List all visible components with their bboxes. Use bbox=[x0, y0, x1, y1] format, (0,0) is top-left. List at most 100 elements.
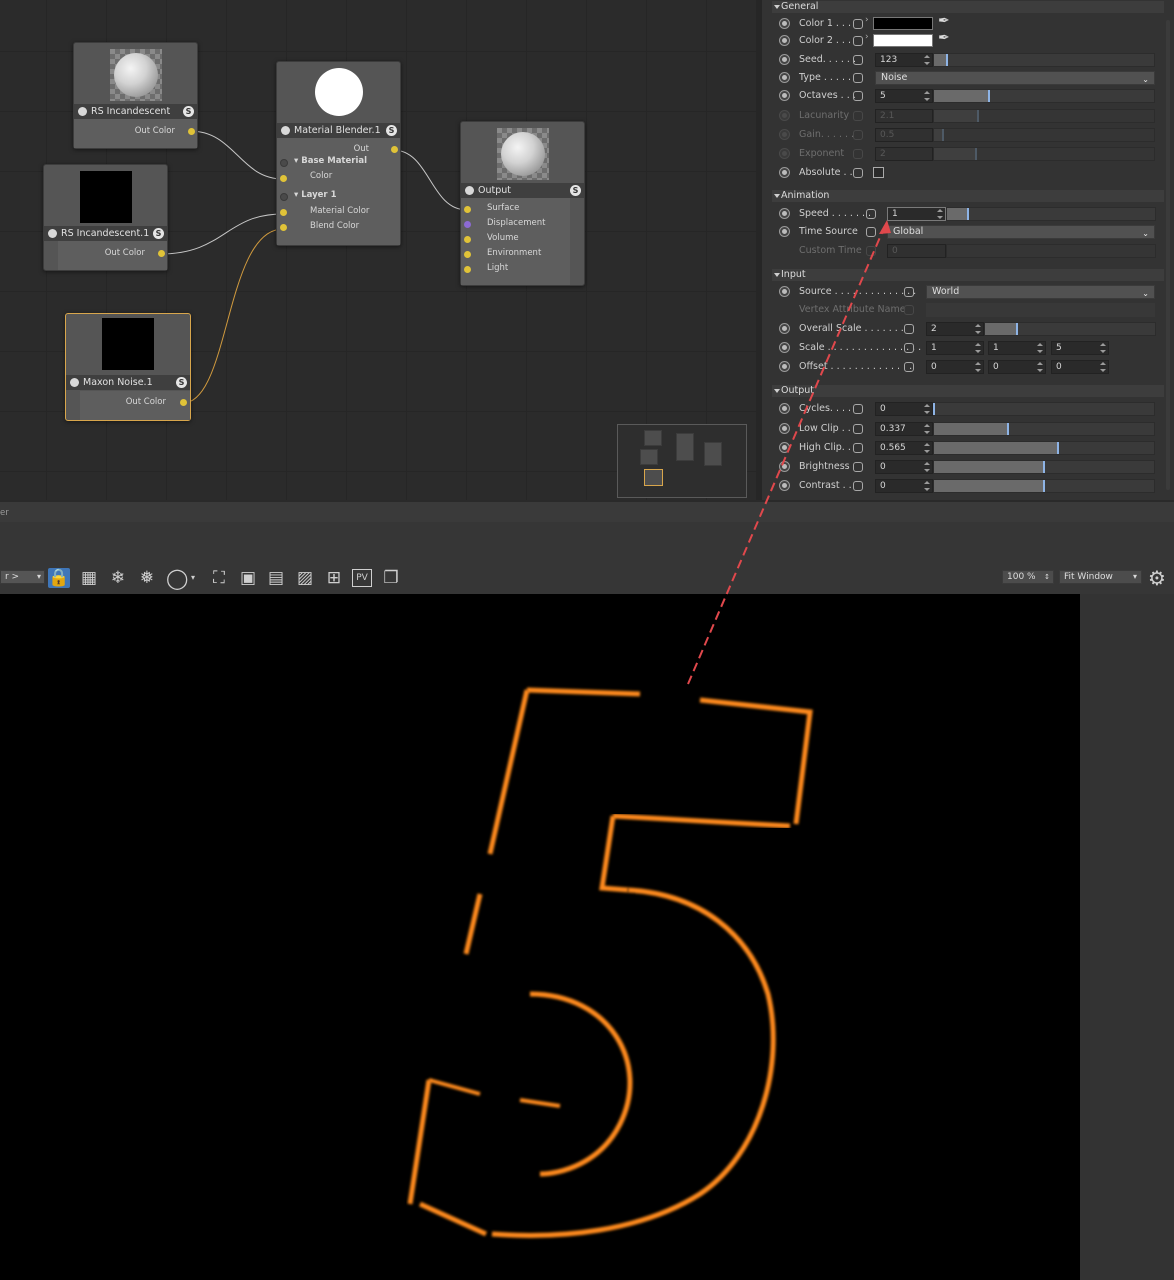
gear-icon[interactable]: ⚙ bbox=[1146, 568, 1168, 588]
octaves-input[interactable]: 5 bbox=[875, 89, 933, 103]
type-dropdown[interactable]: Noise ⌄ bbox=[875, 71, 1155, 85]
section-input[interactable]: Input bbox=[772, 269, 1164, 281]
section-animation[interactable]: Animation bbox=[772, 190, 1164, 202]
expand-arrow-icon[interactable]: › bbox=[865, 32, 869, 42]
animate-toggle[interactable] bbox=[779, 461, 790, 472]
stepper-icon[interactable] bbox=[924, 91, 930, 101]
animate-toggle[interactable] bbox=[779, 18, 790, 29]
node-editor[interactable]: RS Incandescent S Out Color RS Incandesce… bbox=[0, 0, 756, 500]
node-maxon-noise[interactable]: Maxon Noise.1 S Out Color bbox=[65, 313, 191, 421]
port-out-color[interactable] bbox=[158, 250, 165, 257]
source-dropdown[interactable]: World ⌄ bbox=[926, 285, 1155, 299]
animate-toggle[interactable] bbox=[779, 35, 790, 46]
port-displacement[interactable] bbox=[464, 221, 471, 228]
zoom-field[interactable]: 100 % ↕ bbox=[1002, 570, 1054, 584]
node-rs-incandescent-1[interactable]: RS Incandescent.1 S Out Color bbox=[43, 164, 168, 271]
keyframe-button[interactable] bbox=[853, 19, 863, 29]
section-general[interactable]: General bbox=[772, 1, 1164, 13]
offset-y-input[interactable]: 0 bbox=[988, 360, 1046, 374]
scale-y-input[interactable]: 1 bbox=[988, 341, 1046, 355]
keyframe-button[interactable] bbox=[904, 287, 914, 297]
octaves-slider[interactable] bbox=[933, 89, 1155, 103]
section-output[interactable]: Output bbox=[772, 385, 1164, 397]
low-clip-input[interactable]: 0.337 bbox=[875, 422, 933, 436]
keyframe-button[interactable] bbox=[853, 168, 863, 178]
node-material-blender[interactable]: Material Blender.1 S Out ▾ Base Material … bbox=[276, 61, 401, 246]
grid-icon[interactable]: ▦ bbox=[78, 568, 100, 588]
pv-icon[interactable]: PV bbox=[352, 569, 372, 587]
stepper-icon[interactable] bbox=[924, 404, 930, 414]
region-icon[interactable]: ▣ bbox=[237, 568, 259, 588]
overall-scale-slider[interactable] bbox=[984, 322, 1156, 336]
animate-toggle[interactable] bbox=[779, 442, 790, 453]
animate-toggle[interactable] bbox=[779, 423, 790, 434]
animate-toggle[interactable] bbox=[779, 361, 790, 372]
absolute-checkbox[interactable] bbox=[873, 167, 884, 178]
keyframe-button[interactable] bbox=[853, 462, 863, 472]
port-light[interactable] bbox=[464, 266, 471, 273]
keyframe-button[interactable] bbox=[853, 424, 863, 434]
seed-slider[interactable] bbox=[933, 53, 1155, 67]
add-icon[interactable]: ⊞ bbox=[323, 568, 345, 588]
keyframe-button[interactable] bbox=[866, 227, 876, 237]
stepper-icon[interactable] bbox=[924, 481, 930, 491]
wand-icon[interactable]: ▤ bbox=[265, 568, 287, 588]
keyframe-button[interactable] bbox=[904, 324, 914, 334]
eyedropper-icon[interactable]: ✒ bbox=[938, 13, 950, 29]
port-base-material[interactable] bbox=[280, 159, 288, 167]
animate-toggle[interactable] bbox=[779, 167, 790, 178]
circle-icon[interactable]: ◯ bbox=[166, 568, 188, 588]
port-color[interactable] bbox=[280, 175, 287, 182]
group-base-material[interactable]: ▾ Base Material bbox=[294, 156, 367, 166]
solo-badge[interactable]: S bbox=[183, 106, 194, 117]
color-swatch[interactable] bbox=[873, 17, 933, 30]
solo-badge[interactable]: S bbox=[153, 228, 164, 239]
stepper-icon[interactable] bbox=[937, 209, 943, 219]
group-layer-1[interactable]: ▾ Layer 1 bbox=[294, 190, 337, 200]
keyframe-button[interactable] bbox=[853, 55, 863, 65]
seed-input[interactable]: 123 bbox=[875, 53, 933, 67]
offset-x-input[interactable]: 0 bbox=[926, 360, 984, 374]
time-source-dropdown[interactable]: Global ⌄ bbox=[887, 225, 1155, 239]
keyframe-button[interactable] bbox=[853, 73, 863, 83]
stepper-icon[interactable]: ↕ bbox=[1044, 571, 1050, 583]
copy-icon[interactable]: ❐ bbox=[380, 568, 402, 588]
keyframe-button[interactable] bbox=[853, 36, 863, 46]
animate-toggle[interactable] bbox=[779, 403, 790, 414]
animate-toggle[interactable] bbox=[779, 286, 790, 297]
attribute-manager[interactable]: General Color 1 . . . › ✒ Color 2 . . . … bbox=[756, 0, 1174, 500]
focus-icon[interactable]: ⛶ bbox=[208, 568, 230, 588]
expand-arrow-icon[interactable]: › bbox=[865, 15, 869, 25]
speed-slider[interactable] bbox=[946, 207, 1156, 221]
animate-toggle[interactable] bbox=[779, 208, 790, 219]
brightness-slider[interactable] bbox=[933, 460, 1155, 474]
contrast-input[interactable]: 0 bbox=[875, 479, 933, 493]
cycles-input[interactable]: 0 bbox=[875, 402, 933, 416]
snowflake-region-icon[interactable]: ❅ bbox=[136, 568, 158, 588]
chevron-down-icon[interactable]: ▾ bbox=[188, 568, 198, 588]
port-blend-color[interactable] bbox=[280, 224, 287, 231]
high-clip-slider[interactable] bbox=[933, 441, 1155, 455]
solo-badge[interactable]: S bbox=[176, 377, 187, 388]
port-out-color[interactable] bbox=[188, 128, 195, 135]
color-swatch[interactable] bbox=[873, 34, 933, 47]
low-clip-slider[interactable] bbox=[933, 422, 1155, 436]
port-environment[interactable] bbox=[464, 251, 471, 258]
keyframe-button[interactable] bbox=[853, 443, 863, 453]
render-view[interactable] bbox=[0, 594, 1080, 1280]
animate-toggle[interactable] bbox=[779, 54, 790, 65]
stepper-icon[interactable] bbox=[924, 462, 930, 472]
node-output[interactable]: Output S Surface Displacement Volume Envi… bbox=[460, 121, 585, 286]
scale-x-input[interactable]: 1 bbox=[926, 341, 984, 355]
port-layer-1[interactable] bbox=[280, 193, 288, 201]
brightness-input[interactable]: 0 bbox=[875, 460, 933, 474]
animate-toggle[interactable] bbox=[779, 323, 790, 334]
node-rs-incandescent[interactable]: RS Incandescent S Out Color bbox=[73, 42, 198, 149]
animate-toggle[interactable] bbox=[779, 90, 790, 101]
stepper-icon[interactable] bbox=[1037, 362, 1043, 372]
speed-input[interactable]: 1 bbox=[887, 207, 946, 221]
port-out-color[interactable] bbox=[180, 399, 187, 406]
eyedropper-icon[interactable]: ✒ bbox=[938, 30, 950, 46]
attribute-scrollbar[interactable] bbox=[1166, 20, 1170, 490]
port-volume[interactable] bbox=[464, 236, 471, 243]
